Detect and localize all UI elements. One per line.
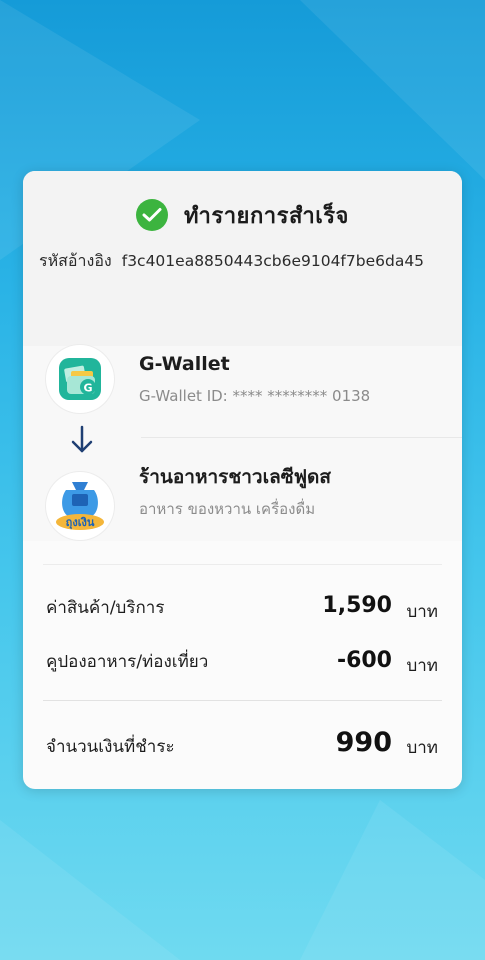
svg-text:G: G	[83, 382, 92, 395]
merchant-name: ร้านอาหารชาวเลซีฟูดส	[139, 466, 331, 488]
subtotal-label: ค่าสินค้า/บริการ	[46, 598, 165, 618]
g-wallet-logo: G	[46, 345, 114, 413]
payer-id: G-Wallet ID: **** ******** 0138	[139, 387, 371, 405]
coupon-label: คูปองอาหาร/ท่องเที่ยว	[46, 652, 209, 672]
check-circle-icon	[136, 199, 169, 231]
divider	[43, 700, 442, 701]
coupon-amount: -600	[336, 648, 392, 673]
transaction-receipt-card: ทำรายการสำเร็จ รหัสอ้างอิง f3c401ea885044…	[23, 171, 462, 789]
total-amount: 990	[335, 727, 392, 758]
logo-text: ถุงเงิน	[66, 516, 95, 530]
thung-ngern-logo: ถุงเงิน	[46, 472, 114, 540]
merchant-category: อาหาร ของหวาน เครื่องดื่ม	[139, 500, 316, 518]
arrow-down-icon	[71, 425, 93, 453]
payer-name: G-Wallet	[139, 353, 230, 375]
status-title: ทำรายการสำเร็จ	[184, 203, 349, 229]
subtotal-unit: บาท	[406, 602, 438, 622]
reference-label: รหัสอ้างอิง	[39, 251, 112, 270]
divider	[43, 564, 442, 565]
reference-row: รหัสอ้างอิง f3c401ea8850443cb6e9104f7be6d…	[39, 249, 450, 274]
success-status: ทำรายการสำเร็จ	[23, 197, 462, 233]
total-unit: บาท	[406, 738, 438, 758]
total-label: จำนวนเงินที่ชำระ	[46, 737, 175, 757]
subtotal-amount: 1,590	[322, 593, 392, 618]
reference-code: f3c401ea8850443cb6e9104f7be6da45	[121, 252, 425, 270]
divider	[141, 437, 462, 438]
coupon-unit: บาท	[406, 656, 438, 676]
